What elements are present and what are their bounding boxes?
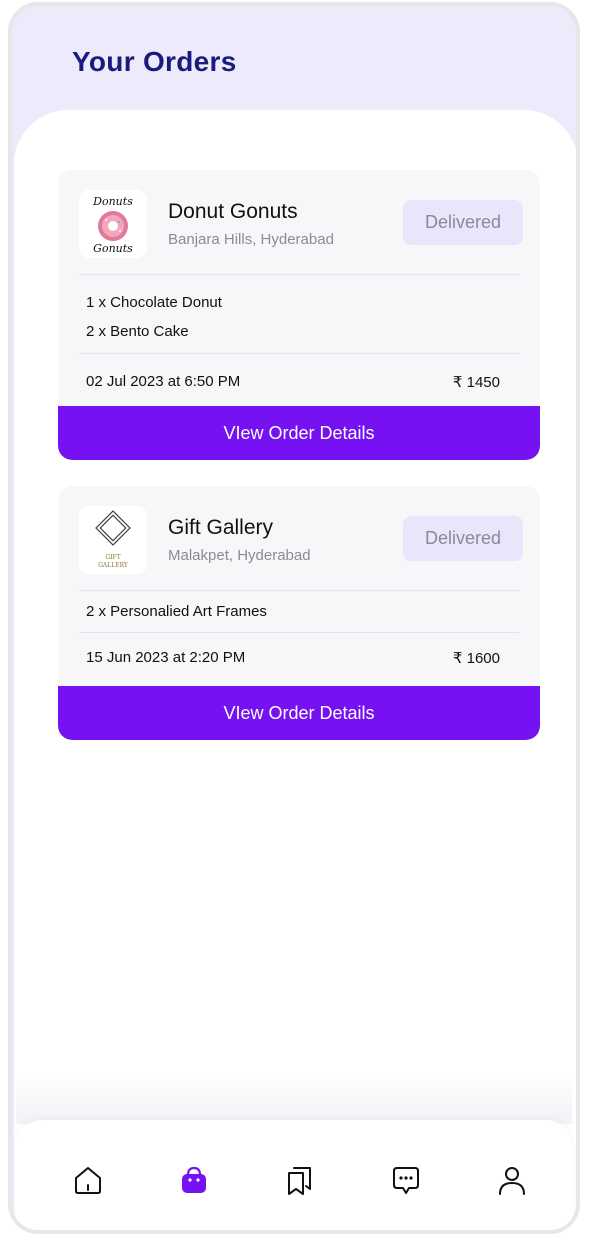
order-date: 02 Jul 2023 at 6:50 PM [86,373,241,390]
shop-name: Gift Gallery [168,516,274,539]
svg-text:GIFT: GIFT [105,554,120,561]
status-badge: Delivered [403,200,523,245]
nav-bookmarks[interactable] [280,1160,320,1200]
order-card: Donuts Gonuts Donut Gonuts Banjara Hills… [58,170,540,460]
nav-orders[interactable] [174,1160,214,1200]
nav-chat[interactable] [386,1160,426,1200]
shopping-bag-icon [182,1166,206,1193]
order-price: ₹ 1450 [452,374,500,391]
order-item: 2 x Bento Cake [86,323,189,340]
order-date: 15 Jun 2023 at 2:20 PM [86,649,246,666]
page-title: Your Orders [72,46,237,77]
profile-icon [499,1167,525,1195]
bottom-navigation [16,1120,572,1230]
status-badge: Delivered [403,516,523,561]
divider [79,590,519,591]
svg-text:Donuts: Donuts [92,195,133,208]
shop-logo: Donuts Gonuts [79,190,147,258]
nav-shadow [16,1076,572,1124]
shop-logo: GIFT GALLERY [79,506,147,574]
order-item: 2 x Personalied Art Frames [86,603,267,620]
shop-location: Malakpet, Hyderabad [168,547,311,564]
home-icon [75,1167,101,1194]
view-order-details-button[interactable]: VIew Order Details [58,686,540,740]
order-price: ₹ 1600 [452,650,500,667]
phone-frame: Your Orders Donuts Gonuts Donut Gonuts B… [8,2,580,1234]
order-card: GIFT GALLERY Gift Gallery Malakpet, Hyde… [58,486,540,740]
divider [79,632,519,633]
divider [79,353,519,354]
chat-icon [393,1167,419,1194]
svg-text:GALLERY: GALLERY [98,562,129,569]
view-order-details-button[interactable]: VIew Order Details [58,406,540,460]
shop-name: Donut Gonuts [168,200,298,223]
svg-text:Gonuts: Gonuts [93,242,133,255]
nav-profile[interactable] [492,1160,532,1200]
bookmarks-icon [288,1167,311,1195]
order-item: 1 x Chocolate Donut [86,294,222,311]
divider [79,274,519,275]
shop-location: Banjara Hills, Hyderabad [168,231,334,248]
nav-home[interactable] [68,1160,108,1200]
